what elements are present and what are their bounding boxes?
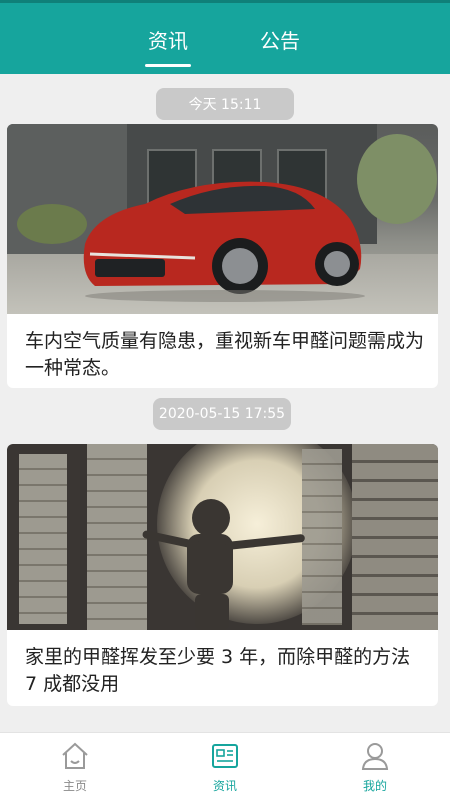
- tab-news-label: 资讯: [212, 779, 237, 793]
- news-card[interactable]: 家里的甲醛挥发至少要 3 年，而除甲醛的方法 7 成都没用: [7, 444, 438, 706]
- tab-announcements[interactable]: 公告: [252, 25, 308, 65]
- news-title: 车内空气质量有隐患，重视新车甲醛问题需成为一种常态。: [25, 330, 425, 379]
- user-icon: [361, 743, 389, 770]
- tab-profile[interactable]: 我的: [300, 733, 450, 800]
- timestamp-badge: 2020-05-15 17:55: [153, 398, 291, 430]
- top-tab-header: 资讯 公告: [0, 0, 450, 74]
- news-title: 家里的甲醛挥发至少要 3 年，而除甲醛的方法 7 成都没用: [25, 646, 411, 695]
- news-feed[interactable]: 今天 15:11 车内空气质量有隐患，重视新车甲醛问题需成为一种常态。 2020…: [0, 74, 450, 732]
- red-car-photo: [7, 124, 438, 314]
- active-tab-indicator: [145, 64, 191, 67]
- tab-home[interactable]: 主页: [0, 733, 150, 800]
- timestamp-badge: 今天 15:11: [156, 88, 294, 120]
- home-icon: [62, 742, 88, 769]
- tab-news-bottom[interactable]: 资讯: [150, 733, 300, 800]
- tab-news[interactable]: 资讯: [140, 25, 196, 65]
- news-card[interactable]: 车内空气质量有隐患，重视新车甲醛问题需成为一种常态。: [7, 124, 438, 388]
- news-icon: [212, 744, 238, 768]
- child-at-window-photo: [7, 444, 438, 630]
- tab-home-label: 主页: [62, 779, 87, 793]
- tab-profile-label: 我的: [362, 779, 387, 793]
- bottom-tab-bar: 主页 资讯 我的: [0, 732, 450, 800]
